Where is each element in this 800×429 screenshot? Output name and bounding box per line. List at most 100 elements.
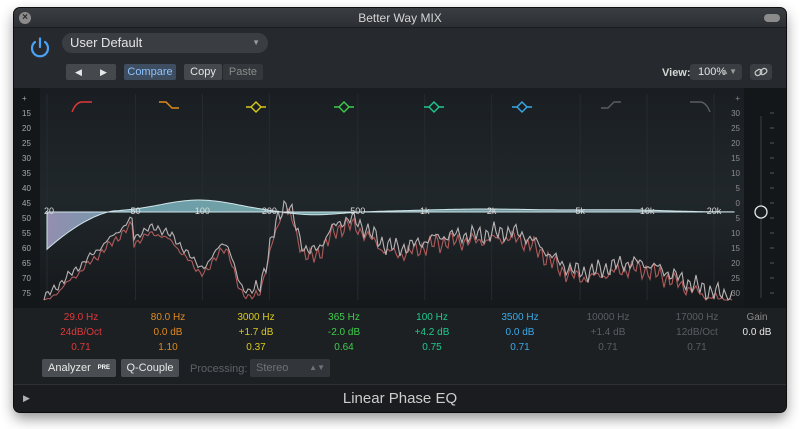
band-6-q[interactable]: 0.71 [483, 340, 557, 355]
left-scale-label: 40 [22, 184, 31, 193]
plugin-window: × Better Way MIX User Default ▼ ◀ ▶ Comp… [14, 8, 786, 412]
band-8-gain[interactable]: 12dB/Oct [660, 325, 734, 340]
master-gain: Gain 0.0 dB [732, 310, 782, 340]
right-scale-label: 15 [731, 154, 740, 163]
band-2-q[interactable]: 1.10 [131, 340, 205, 355]
right-scale-label: 10 [731, 229, 740, 238]
title-bar: × Better Way MIX [14, 8, 786, 28]
right-scale-label: 25 [731, 274, 740, 283]
paste-button[interactable]: Paste [223, 64, 263, 80]
copy-button[interactable]: Copy [184, 64, 222, 80]
band-5-q[interactable]: 0.75 [395, 340, 469, 355]
right-scale-label: 15 [731, 244, 740, 253]
band-3-q[interactable]: 0.37 [219, 340, 293, 355]
freq-label: 100 [195, 206, 210, 216]
freq-label: 200 [262, 206, 277, 216]
band-7-params: 10000 Hz +1.4 dB 0.71 [571, 310, 645, 355]
right-scale-label: 0 [736, 199, 741, 208]
preset-name: User Default [70, 35, 143, 50]
right-scale-label: 25 [731, 124, 740, 133]
left-scale-label: + [22, 94, 27, 103]
band-2-params: 80.0 Hz 0.0 dB 1.10 [131, 310, 205, 355]
band-6-gain[interactable]: 0.0 dB [483, 325, 557, 340]
preset-nav: ◀ ▶ [66, 64, 116, 80]
left-scale-label: 15 [22, 109, 31, 118]
left-scale-label: 55 [22, 229, 31, 238]
freq-label: 20k [707, 206, 722, 216]
band-1-gain[interactable]: 24dB/Oct [44, 325, 118, 340]
eq-graph[interactable]: +15202530354045505560657075- +3025201510… [14, 88, 786, 308]
band-8-params: 17000 Hz 12dB/Oct 0.71 [660, 310, 734, 355]
band-4-freq[interactable]: 365 Hz [307, 310, 381, 325]
left-db-scale: +15202530354045505560657075- [22, 94, 31, 308]
left-scale-label: 60 [22, 244, 31, 253]
freq-label: 500 [350, 206, 365, 216]
q-couple-button[interactable]: Q-Couple [121, 359, 179, 377]
previous-preset-button[interactable]: ◀ [66, 64, 91, 80]
link-icon [754, 67, 768, 77]
freq-label: 50 [130, 206, 140, 216]
right-scale-label: 20 [731, 139, 740, 148]
processing-label: Processing: [190, 363, 248, 375]
band-8-q[interactable]: 0.71 [660, 340, 734, 355]
band-6-freq[interactable]: 3500 Hz [483, 310, 557, 325]
left-scale-label: 30 [22, 154, 31, 163]
band-parameters: 29.0 Hz 24dB/Oct 0.71 80.0 Hz 0.0 dB 1.10 3000… [14, 308, 786, 356]
stepper-icon: ▲▼ [309, 363, 325, 372]
right-scale-label: 10 [731, 169, 740, 178]
band-5-gain[interactable]: +4.2 dB [395, 325, 469, 340]
master-gain-value[interactable]: 0.0 dB [732, 325, 782, 340]
master-gain-slider[interactable] [754, 116, 768, 298]
band-2-gain[interactable]: 0.0 dB [131, 325, 205, 340]
band-3-gain[interactable]: +1.7 dB [219, 325, 293, 340]
band-3-freq[interactable]: 3000 Hz [219, 310, 293, 325]
link-button[interactable] [750, 64, 772, 80]
plugin-name: Linear Phase EQ [342, 390, 458, 407]
master-gain-label: Gain [746, 312, 768, 323]
right-db-scale: +30252015105051015202530- [731, 94, 774, 308]
band-6-params: 3500 Hz 0.0 dB 0.71 [483, 310, 557, 355]
band-7-q[interactable]: 0.71 [571, 340, 645, 355]
right-scale-label: 30 [731, 289, 740, 298]
band-8-freq[interactable]: 17000 Hz [660, 310, 734, 325]
freq-label: 2k [487, 206, 497, 216]
preset-menu[interactable]: User Default ▼ [62, 33, 268, 53]
stepper-icon: ▲▼ [721, 67, 737, 76]
band-7-freq[interactable]: 10000 Hz [571, 310, 645, 325]
window-options-button[interactable] [764, 14, 780, 22]
master-gain-knob[interactable] [754, 205, 768, 219]
left-scale-label: 50 [22, 214, 31, 223]
freq-label: 1k [420, 206, 430, 216]
left-scale-label: 45 [22, 199, 31, 208]
left-scale-label: 75 [22, 289, 31, 298]
processing-value: Stereo [256, 362, 289, 374]
view-zoom-select[interactable]: 100% ▲▼ [690, 64, 742, 80]
graph-background [40, 88, 744, 308]
band-5-freq[interactable]: 100 Hz [395, 310, 469, 325]
band-4-params: 365 Hz -2.0 dB 0.64 [307, 310, 381, 355]
freq-label: 20 [44, 206, 54, 216]
processing-select[interactable]: Stereo ▲▼ [250, 359, 330, 377]
right-scale-label: 20 [731, 259, 740, 268]
analyzer-label: Analyzer [48, 362, 91, 374]
chevron-down-icon: ▼ [252, 38, 260, 47]
band-2-freq[interactable]: 80.0 Hz [131, 310, 205, 325]
band-4-q[interactable]: 0.64 [307, 340, 381, 355]
band-1-q[interactable]: 0.71 [44, 340, 118, 355]
right-scale-label: 5 [736, 184, 741, 193]
right-scale-label: 5 [736, 214, 741, 223]
next-preset-button[interactable]: ▶ [91, 64, 116, 80]
plugin-footer: ▶ Linear Phase EQ [14, 384, 786, 412]
band-5-params: 100 Hz +4.2 dB 0.75 [395, 310, 469, 355]
power-icon[interactable] [28, 36, 52, 60]
band-1-freq[interactable]: 29.0 Hz [44, 310, 118, 325]
window-title: Better Way MIX [358, 11, 442, 25]
eq-graph-canvas[interactable]: +15202530354045505560657075- +3025201510… [14, 88, 786, 308]
left-scale-label: 70 [22, 274, 31, 283]
band-1-params: 29.0 Hz 24dB/Oct 0.71 [44, 310, 118, 355]
band-4-gain[interactable]: -2.0 dB [307, 325, 381, 340]
analyzer-button[interactable]: Analyzer PRE [42, 359, 116, 377]
compare-button[interactable]: Compare [124, 64, 176, 80]
band-7-gain[interactable]: +1.4 dB [571, 325, 645, 340]
left-scale-label: 20 [22, 124, 31, 133]
